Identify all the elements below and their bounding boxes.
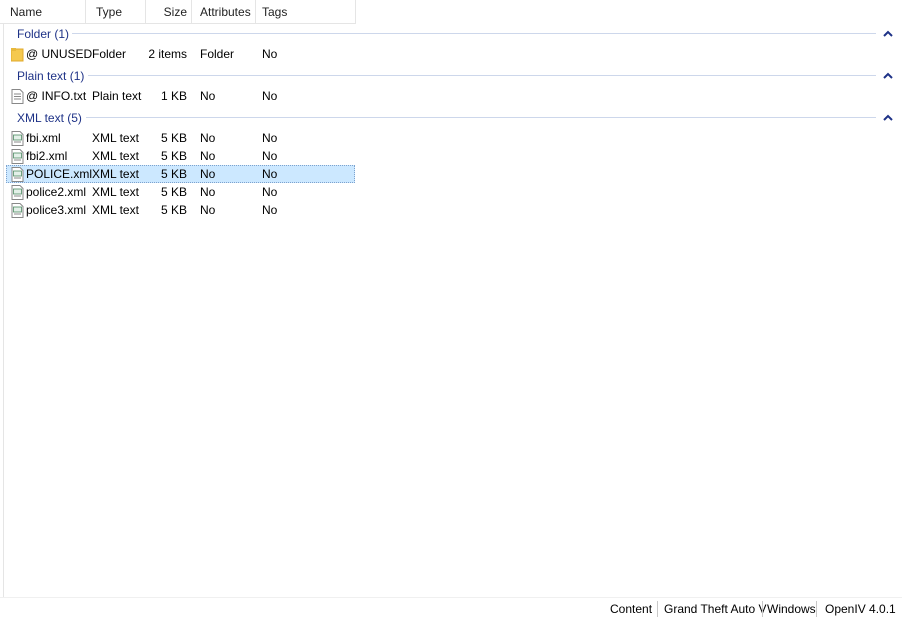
folder-icon: [11, 48, 24, 62]
text-file-icon: [11, 89, 24, 104]
file-tags: No: [262, 131, 278, 145]
xml-file-icon: [11, 167, 24, 182]
file-type: XML text: [92, 203, 139, 217]
collapse-chevron-icon[interactable]: [882, 28, 894, 40]
column-header-attributes[interactable]: Attributes: [192, 0, 256, 24]
file-name: fbi2.xml: [26, 149, 68, 163]
list-item[interactable]: police3.xml XML text 5 KB No No: [6, 201, 355, 219]
file-tags: No: [262, 47, 278, 61]
xml-file-icon: [11, 149, 24, 164]
file-size: 5 KB: [160, 185, 187, 199]
status-app-version: OpenIV 4.0.1: [825, 602, 896, 616]
column-header-size[interactable]: Size: [146, 0, 192, 24]
status-game[interactable]: Grand Theft Auto V: [664, 602, 767, 616]
list-item[interactable]: @ INFO.txt Plain text 1 KB No No: [6, 87, 355, 105]
file-size: 5 KB: [160, 149, 187, 163]
list-item[interactable]: fbi2.xml XML text 5 KB No No: [6, 147, 355, 165]
file-type: XML text: [92, 167, 139, 181]
file-type: Plain text: [92, 89, 142, 103]
file-tags: No: [262, 89, 278, 103]
group-header-xml-text[interactable]: XML text (5): [17, 110, 82, 126]
column-header-tags[interactable]: Tags: [256, 0, 356, 24]
file-tags: No: [262, 149, 278, 163]
group-divider: [88, 75, 876, 76]
list-item-selected[interactable]: POLICE.xml XML text 5 KB No No: [6, 165, 355, 183]
file-size: 5 KB: [160, 203, 187, 217]
file-name: @ UNUSED: [26, 47, 93, 61]
file-size: 5 KB: [160, 131, 187, 145]
file-size: 5 KB: [160, 167, 187, 181]
status-separator: [816, 601, 817, 617]
xml-file-icon: [11, 131, 24, 146]
group-divider: [72, 33, 876, 34]
status-separator: [762, 601, 763, 617]
file-attributes: No: [200, 131, 216, 145]
status-content[interactable]: Content: [610, 602, 652, 616]
file-attributes: No: [200, 89, 216, 103]
file-name: fbi.xml: [26, 131, 61, 145]
status-bar: Content Grand Theft Auto V Windows OpenI…: [0, 597, 902, 619]
xml-file-icon: [11, 203, 24, 218]
file-type: XML text: [92, 185, 139, 199]
file-attributes: No: [200, 149, 216, 163]
file-name: police3.xml: [26, 203, 87, 217]
list-item[interactable]: fbi.xml XML text 5 KB No No: [6, 129, 355, 147]
xml-file-icon: [11, 185, 24, 200]
group-header-folder[interactable]: Folder (1): [17, 26, 69, 42]
list-item[interactable]: @ UNUSED Folder 2 items Folder No: [6, 45, 355, 63]
status-platform[interactable]: Windows: [767, 602, 816, 616]
file-attributes: No: [200, 185, 216, 199]
file-attributes: No: [200, 203, 216, 217]
file-tags: No: [262, 185, 278, 199]
file-tags: No: [262, 203, 278, 217]
list-left-border: [0, 24, 4, 597]
file-name: @ INFO.txt: [26, 89, 87, 103]
file-name: police2.xml: [26, 185, 87, 199]
group-header-plain-text[interactable]: Plain text (1): [17, 68, 84, 84]
group-divider: [86, 117, 876, 118]
column-header-type[interactable]: Type: [86, 0, 146, 24]
file-tags: No: [262, 167, 278, 181]
file-size: 2 items: [148, 47, 187, 61]
column-header-bar: ^ Name Type Size Attributes Tags: [0, 0, 356, 24]
file-type: XML text: [92, 149, 139, 163]
collapse-chevron-icon[interactable]: [882, 112, 894, 124]
file-name: POLICE.xml: [26, 167, 93, 181]
file-attributes: No: [200, 167, 216, 181]
file-attributes: Folder: [200, 47, 235, 61]
file-type: XML text: [92, 131, 139, 145]
list-item[interactable]: police2.xml XML text 5 KB No No: [6, 183, 355, 201]
status-separator: [657, 601, 658, 617]
file-size: 1 KB: [160, 89, 187, 103]
column-header-name[interactable]: Name: [0, 0, 86, 24]
file-type: Folder: [92, 47, 127, 61]
collapse-chevron-icon[interactable]: [882, 70, 894, 82]
